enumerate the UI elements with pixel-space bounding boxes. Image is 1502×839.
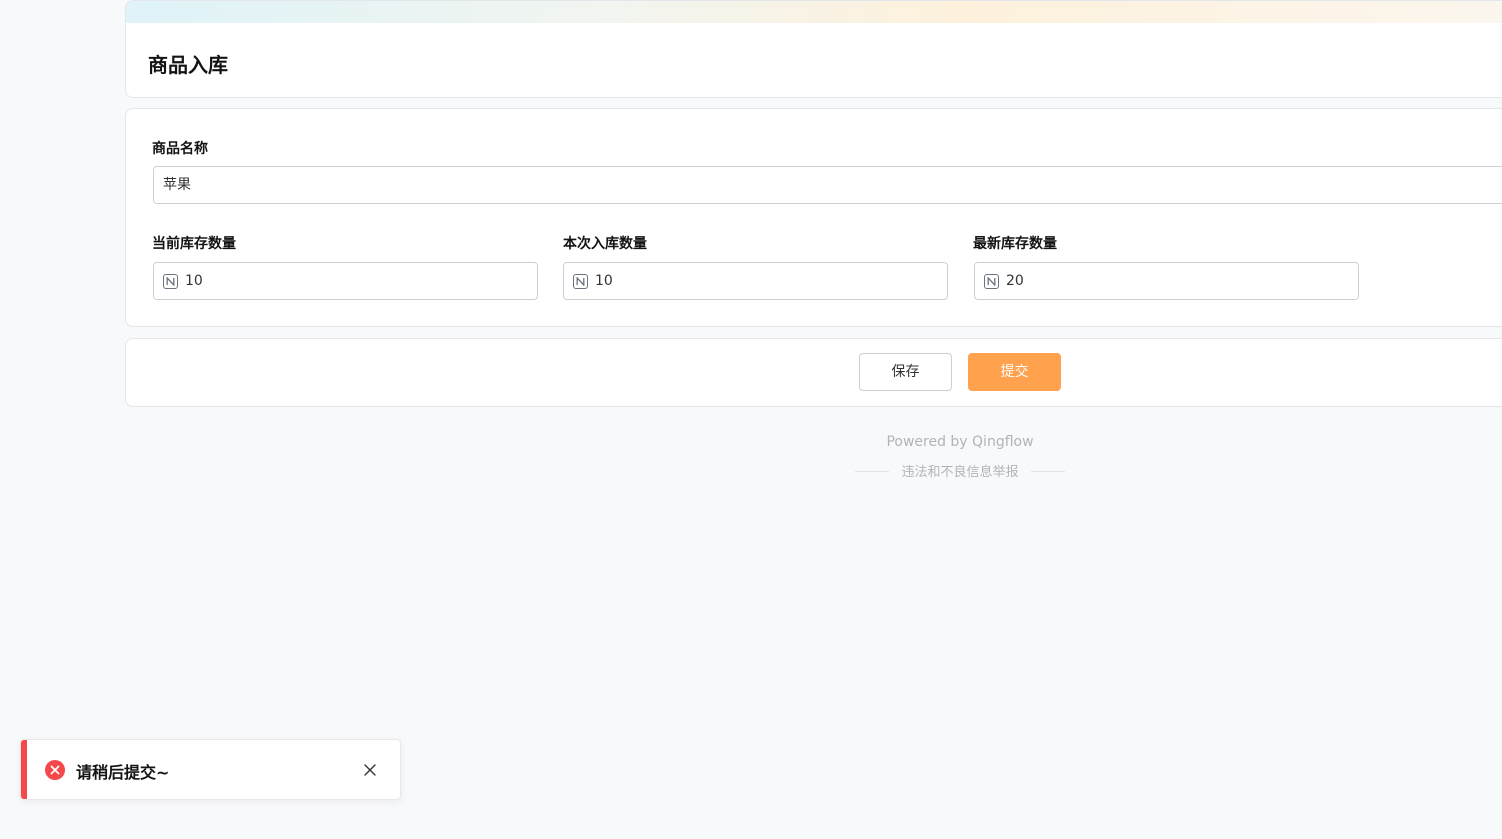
- product-name-input[interactable]: 苹果: [153, 166, 1502, 204]
- footer-divider-right: [1031, 471, 1065, 472]
- error-toast: 请稍后提交~: [20, 739, 401, 800]
- toast-accent-bar: [21, 740, 27, 799]
- save-button[interactable]: 保存: [859, 353, 952, 391]
- submit-button[interactable]: 提交: [968, 353, 1061, 391]
- action-bar: 保存 提交: [125, 338, 1502, 407]
- inbound-qty-value: 10: [595, 273, 613, 289]
- report-wrapper: 违法和不良信息举报: [855, 461, 1065, 480]
- close-icon[interactable]: [363, 762, 377, 776]
- header-gradient-banner: [126, 1, 1502, 23]
- form-card: 商品名称 苹果 当前库存数量 10 本次入库数量 10 最新库存数量 20: [125, 108, 1502, 327]
- number-field-icon: [984, 274, 999, 289]
- inbound-qty-input[interactable]: 10: [563, 262, 948, 300]
- error-circle-icon: [45, 760, 65, 780]
- toast-message: 请稍后提交~: [76, 763, 170, 782]
- number-field-icon: [573, 274, 588, 289]
- latest-stock-input[interactable]: 20: [974, 262, 1359, 300]
- latest-stock-value: 20: [1006, 273, 1024, 289]
- current-stock-label: 当前库存数量: [152, 236, 236, 252]
- powered-by-link[interactable]: Powered by Qingflow: [760, 434, 1160, 450]
- latest-stock-label: 最新库存数量: [973, 236, 1057, 252]
- current-stock-input[interactable]: 10: [153, 262, 538, 300]
- page-title: 商品入库: [148, 53, 228, 77]
- number-field-icon: [163, 274, 178, 289]
- inbound-qty-label: 本次入库数量: [563, 236, 647, 252]
- product-name-label: 商品名称: [152, 141, 208, 157]
- current-stock-value: 10: [185, 273, 203, 289]
- page-header-card: 商品入库: [125, 0, 1502, 98]
